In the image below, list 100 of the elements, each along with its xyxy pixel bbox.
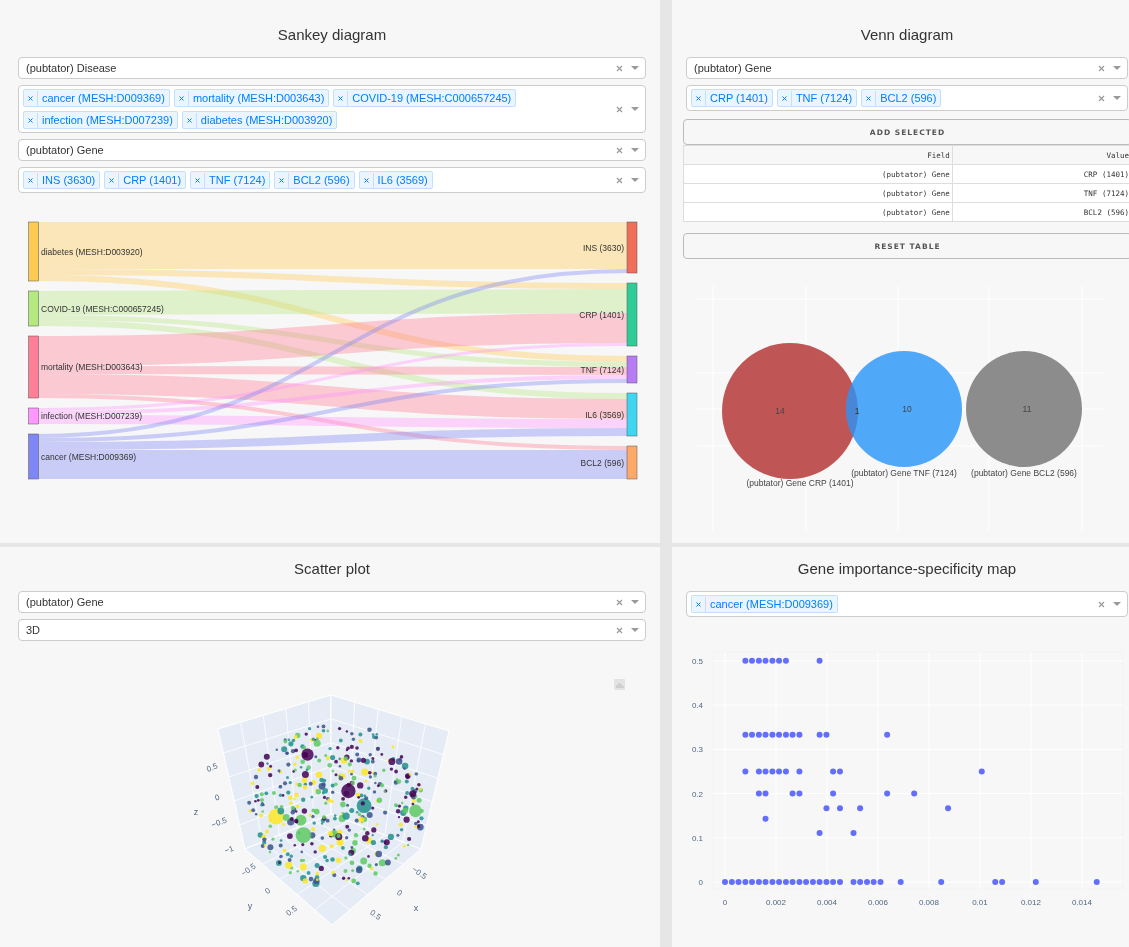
selected-tag[interactable]: COVID-19 (MESH:C000657245) xyxy=(333,89,517,107)
data-point xyxy=(1093,879,1100,885)
data-point xyxy=(816,829,823,836)
axis-title: y xyxy=(247,901,253,911)
set-count: 10 xyxy=(902,404,912,414)
node-label: IL6 (3569) xyxy=(585,409,624,420)
overlap-count: 1 xyxy=(854,406,860,416)
clear-icon[interactable] xyxy=(616,176,623,184)
selected-tag[interactable]: INS (3630) xyxy=(23,171,101,189)
x-tick-label: 0.006 xyxy=(867,898,888,907)
clear-icon[interactable] xyxy=(616,598,623,606)
caret-icon[interactable] xyxy=(631,66,639,70)
selected-tag[interactable]: infection (MESH:D007239) xyxy=(23,111,178,129)
clear-icon[interactable] xyxy=(616,146,623,154)
axis-tick-label: 0 xyxy=(263,886,272,896)
panel-title: Scatter plot xyxy=(293,559,371,579)
data-point xyxy=(796,768,803,775)
selected-tag[interactable]: IL6 (3569) xyxy=(358,171,433,189)
set-count: 11 xyxy=(1022,404,1032,414)
axis-tick-label: −0.5 xyxy=(239,861,258,879)
set-label: (pubtator) Gene CRP (1401) xyxy=(746,478,854,488)
selected-tag[interactable]: mortality (MESH:D003643) xyxy=(173,89,330,107)
y-tick-label: 0.1 xyxy=(691,833,703,843)
node-label: INS (3630) xyxy=(582,242,624,253)
data-point xyxy=(850,829,857,836)
y-tick-label: 0 xyxy=(698,878,703,887)
select-field[interactable]: (pubtator) Gene xyxy=(18,139,646,161)
axis-tick-label: 0 xyxy=(213,792,221,803)
panel-title: Venn diagram xyxy=(859,25,955,45)
caret-icon[interactable] xyxy=(631,148,639,152)
select-field[interactable]: (pubtator) Gene xyxy=(686,57,1128,79)
clear-icon[interactable] xyxy=(1098,600,1105,608)
panel-title: Sankey diagram xyxy=(276,25,388,45)
clear-icon[interactable] xyxy=(616,626,623,634)
tag-select-field[interactable]: cancer (MESH:D009369) mortality (MESH:D003643) COVID-19 (MESH:C000657245) infection (MESH:D007239) diabetes (MESH:D003920) xyxy=(18,85,646,133)
tag-select-field[interactable]: CRP (1401) TNF (7124) BCL2 (596) xyxy=(686,85,1128,111)
axis-tick-label: 0.5 xyxy=(368,908,383,922)
select-field[interactable]: (pubtator) Gene xyxy=(18,591,646,613)
x-tick-label: 0.01 xyxy=(972,898,988,907)
selected-tag[interactable]: cancer (MESH:D009369) xyxy=(23,89,170,107)
data-point xyxy=(837,805,843,812)
data-point xyxy=(897,879,904,885)
caret-icon[interactable] xyxy=(631,107,639,111)
node-label: BCL2 (596) xyxy=(580,457,624,468)
axis-title: x xyxy=(413,903,419,913)
caret-icon[interactable] xyxy=(631,600,639,604)
selected-tag[interactable]: cancer (MESH:D009369) xyxy=(691,595,838,613)
y-tick-label: 0.4 xyxy=(691,701,703,711)
clear-icon[interactable] xyxy=(1098,64,1105,72)
clear-icon[interactable] xyxy=(616,64,623,72)
x-tick-label: 0.014 xyxy=(1071,898,1092,907)
axis-tick-label: −0.5 xyxy=(210,815,229,830)
node-label: cancer (MESH:D009369) xyxy=(41,451,136,462)
axis-tick-label: −0.5 xyxy=(410,864,429,882)
set-label: (pubtator) Gene BCL2 (596) xyxy=(971,468,1077,478)
x-tick-label: 0 xyxy=(722,898,728,907)
node-label: COVID-19 (MESH:C000657245) xyxy=(41,303,164,314)
select-field[interactable]: 3D xyxy=(18,619,646,641)
data-point xyxy=(823,805,830,812)
data-point xyxy=(978,768,985,775)
data-point xyxy=(884,790,891,797)
data-point xyxy=(911,790,918,797)
panel-title: Gene importance-specificity map xyxy=(796,559,1018,579)
caret-icon[interactable] xyxy=(1113,96,1121,100)
selected-tag[interactable]: diabetes (MESH:D003920) xyxy=(181,111,338,129)
caret-icon[interactable] xyxy=(631,628,639,632)
clear-icon[interactable] xyxy=(616,105,623,113)
select-field[interactable]: (pubtator) Disease xyxy=(18,57,646,79)
axis-tick-label: 0.5 xyxy=(205,761,219,774)
data-point xyxy=(884,731,891,738)
node-label: CRP (1401) xyxy=(579,309,624,320)
set-label: (pubtator) Gene TNF (7124) xyxy=(851,468,957,478)
tag-select-field[interactable]: cancer (MESH:D009369) xyxy=(686,591,1128,617)
data-point xyxy=(945,805,952,812)
selected-tag[interactable]: CRP (1401) xyxy=(104,171,187,189)
x-tick-label: 0.002 xyxy=(765,898,786,907)
selected-tag[interactable]: BCL2 (596) xyxy=(861,89,942,107)
axis-title: z xyxy=(193,807,199,817)
caret-icon[interactable] xyxy=(1113,602,1121,606)
node-label: mortality (MESH:D003643) xyxy=(41,362,143,372)
tag-select-field[interactable]: INS (3630) CRP (1401) TNF (7124) BCL2 (596) IL6 (3569) xyxy=(18,167,646,193)
y-tick-label: 0.3 xyxy=(691,745,703,755)
data-point xyxy=(816,657,823,664)
data-point xyxy=(1032,879,1039,885)
caret-icon[interactable] xyxy=(631,178,639,182)
selected-tag[interactable]: TNF (7124) xyxy=(190,171,271,189)
axis-tick-label: 0 xyxy=(395,888,404,898)
data-point xyxy=(762,815,769,822)
x-tick-label: 0.008 xyxy=(918,898,939,907)
clear-icon[interactable] xyxy=(1098,94,1105,102)
selected-tag[interactable]: BCL2 (596) xyxy=(274,171,355,189)
node-label: TNF (7124) xyxy=(580,364,624,375)
selected-tag[interactable]: TNF (7124) xyxy=(776,89,858,107)
node-label: infection (MESH:D007239) xyxy=(41,411,143,421)
axis-tick-label: −1 xyxy=(223,843,235,856)
x-tick-label: 0.004 xyxy=(816,898,837,907)
data-point xyxy=(742,768,749,775)
caret-icon[interactable] xyxy=(1113,66,1121,70)
x-tick-label: 0.012 xyxy=(1020,898,1041,907)
selected-tag[interactable]: CRP (1401) xyxy=(691,89,773,107)
